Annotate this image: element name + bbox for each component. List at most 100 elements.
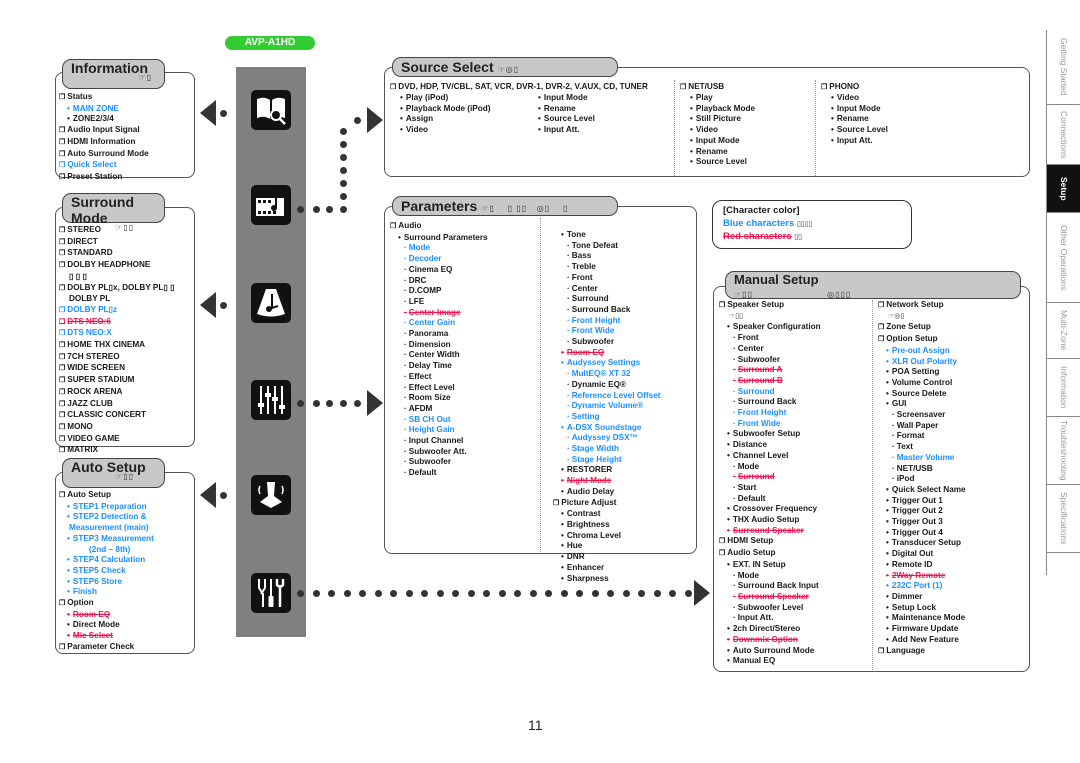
- list-item: 7CH STEREO: [59, 352, 175, 364]
- list-item: Input Att.: [530, 125, 595, 136]
- list-item: Text: [878, 442, 966, 453]
- list-item: STEP1 Preparation: [59, 502, 154, 513]
- source-select-tab[interactable]: Source Select ☞◎▯: [392, 57, 618, 77]
- list-item: Video: [823, 93, 888, 104]
- list-item: Option: [59, 598, 154, 610]
- list-item: Firmware Update: [878, 624, 966, 635]
- auto-setup-mic-icon[interactable]: [251, 475, 291, 515]
- list-item: Effect Level: [390, 383, 488, 394]
- side-tab[interactable]: Multi-Zone: [1047, 303, 1080, 359]
- list-item: STANDARD: [59, 248, 175, 260]
- list-item: Input Mode: [823, 104, 888, 115]
- connector-dot: [312, 590, 320, 597]
- legend-red-label: Red characters: [723, 231, 792, 242]
- connector-dot: [653, 590, 661, 597]
- parameters-tab[interactable]: Parameters ☞▯ ▯ ▯▯ ◎▯ ▯: [392, 196, 618, 216]
- list-item: Downmix Option: [719, 635, 821, 646]
- manual-setup-tools-icon[interactable]: [251, 573, 291, 613]
- list-item: Surround A: [719, 365, 821, 376]
- list-item: Source Level: [823, 125, 888, 136]
- side-tab[interactable]: Other Operations: [1047, 213, 1080, 303]
- legend-blue-label: Blue characters: [723, 217, 795, 229]
- list-item: Zone Setup: [878, 322, 966, 334]
- list-item: VIDEO GAME: [59, 434, 175, 446]
- list-item: DOLBY PL▯x, DOLBY PL▯ ▯: [59, 283, 174, 295]
- arrow-right-source-select: [367, 107, 383, 133]
- list-item: Wall Paper: [878, 421, 966, 432]
- connector-dot: [340, 154, 347, 161]
- list-item: Audio Input Signal: [59, 125, 149, 137]
- surround-mode-tab[interactable]: Surround Mode ☞▯▯: [62, 193, 165, 232]
- list-item: Maintenance Mode: [878, 613, 966, 624]
- list-item: RESTORER: [553, 465, 660, 476]
- list-item: Crossover Frequency: [719, 504, 821, 515]
- list-item: Enhancer: [553, 563, 660, 574]
- side-tab-label: Connections: [1059, 110, 1069, 159]
- side-tab[interactable]: Getting Started: [1047, 30, 1080, 105]
- side-tab[interactable]: Specifications: [1047, 485, 1080, 553]
- side-tab-label: Information: [1059, 366, 1069, 409]
- surround-mode-icon[interactable]: [251, 283, 291, 323]
- list-item: Front Wide: [553, 326, 660, 337]
- list-item: Subwoofer Att.: [390, 447, 488, 458]
- list-item: D.COMP: [390, 286, 488, 297]
- list-item: Brightness: [553, 520, 660, 531]
- list-item: Stage Height: [553, 455, 660, 466]
- list-item: Video: [392, 125, 491, 136]
- list-item: Start: [719, 483, 821, 494]
- list-item: Source Level: [682, 157, 755, 168]
- list-item: POA Setting: [878, 367, 966, 378]
- list-item: Rename: [530, 104, 595, 115]
- connector-dot: [326, 400, 333, 407]
- source-select-col2: PlayPlayback ModeStill PictureVideoInput…: [682, 93, 755, 168]
- connector-dot: [467, 590, 475, 597]
- connector-dot: [405, 590, 413, 597]
- source-select-col1: DVD, HDP, TV/CBL, SAT, VCR, DVR-1, DVR-2…: [390, 82, 648, 94]
- parameters-slider-icon[interactable]: [251, 380, 291, 420]
- list-item: Center Image: [390, 308, 488, 319]
- parameters-col1: AudioSurround ParametersModeDecoderCinem…: [390, 221, 488, 479]
- information-list: StatusMAIN ZONEZONE2/3/4Audio Input Sign…: [59, 92, 149, 184]
- list-item: DOLBY PL: [69, 294, 111, 304]
- legend-red-note: ▯▯: [794, 234, 803, 241]
- auto-setup-tab[interactable]: Auto Setup ☞▯▯: [62, 458, 165, 488]
- parameters-col2: ToneTone DefeatBassTrebleFrontCenterSurr…: [553, 230, 660, 584]
- connector-dot: [297, 590, 304, 597]
- list-item: Surround Parameters: [390, 233, 488, 244]
- source-select-film-icon[interactable]: [251, 185, 291, 225]
- list-item: AFDM: [390, 404, 488, 415]
- connector-dot: [638, 590, 645, 597]
- connector-dot: [328, 590, 335, 597]
- information-book-icon[interactable]: [251, 90, 291, 130]
- list-item: Preset Station: [59, 172, 149, 184]
- manual-setup-tab[interactable]: Manual Setup ☞▯▯ ◎▯▯▯: [725, 271, 1021, 299]
- connector-dot: [340, 400, 347, 407]
- side-tab[interactable]: Information: [1047, 359, 1080, 417]
- connector-dot: [340, 206, 347, 213]
- list-item: Night Mode: [553, 476, 660, 487]
- list-item: STEREO: [59, 225, 175, 237]
- side-tab[interactable]: Setup: [1047, 165, 1080, 213]
- side-tab[interactable]: Troubleshooting: [1047, 417, 1080, 485]
- list-item: Room Size: [390, 393, 488, 404]
- connector-dot: [483, 590, 490, 597]
- list-item: Screensaver: [878, 410, 966, 421]
- list-item: Mode: [719, 571, 821, 582]
- list-item: Rename: [823, 114, 888, 125]
- arrow-right-manual-setup: [694, 580, 710, 606]
- list-item: Input Att.: [823, 136, 888, 147]
- list-item: Tone Defeat: [553, 241, 660, 252]
- source-select-col3-header: PHONO: [821, 82, 859, 94]
- list-item: Playback Mode: [682, 104, 755, 115]
- surround-mode-list: STEREODIRECTSTANDARDDOLBY HEADPHONE▯ ▯ ▯…: [59, 225, 175, 457]
- side-tab[interactable]: Connections: [1047, 105, 1080, 165]
- list-item: CLASSIC CONCERT: [59, 410, 175, 422]
- connector-dot: [622, 590, 630, 597]
- list-item: Tone: [553, 230, 660, 241]
- connector-dot: [340, 167, 347, 174]
- column-divider: [674, 80, 675, 176]
- list-item: Language: [878, 646, 966, 658]
- column-divider: [540, 218, 541, 552]
- arrow-left-auto-setup: [200, 482, 216, 508]
- information-tab[interactable]: Information ☞▯: [62, 59, 165, 89]
